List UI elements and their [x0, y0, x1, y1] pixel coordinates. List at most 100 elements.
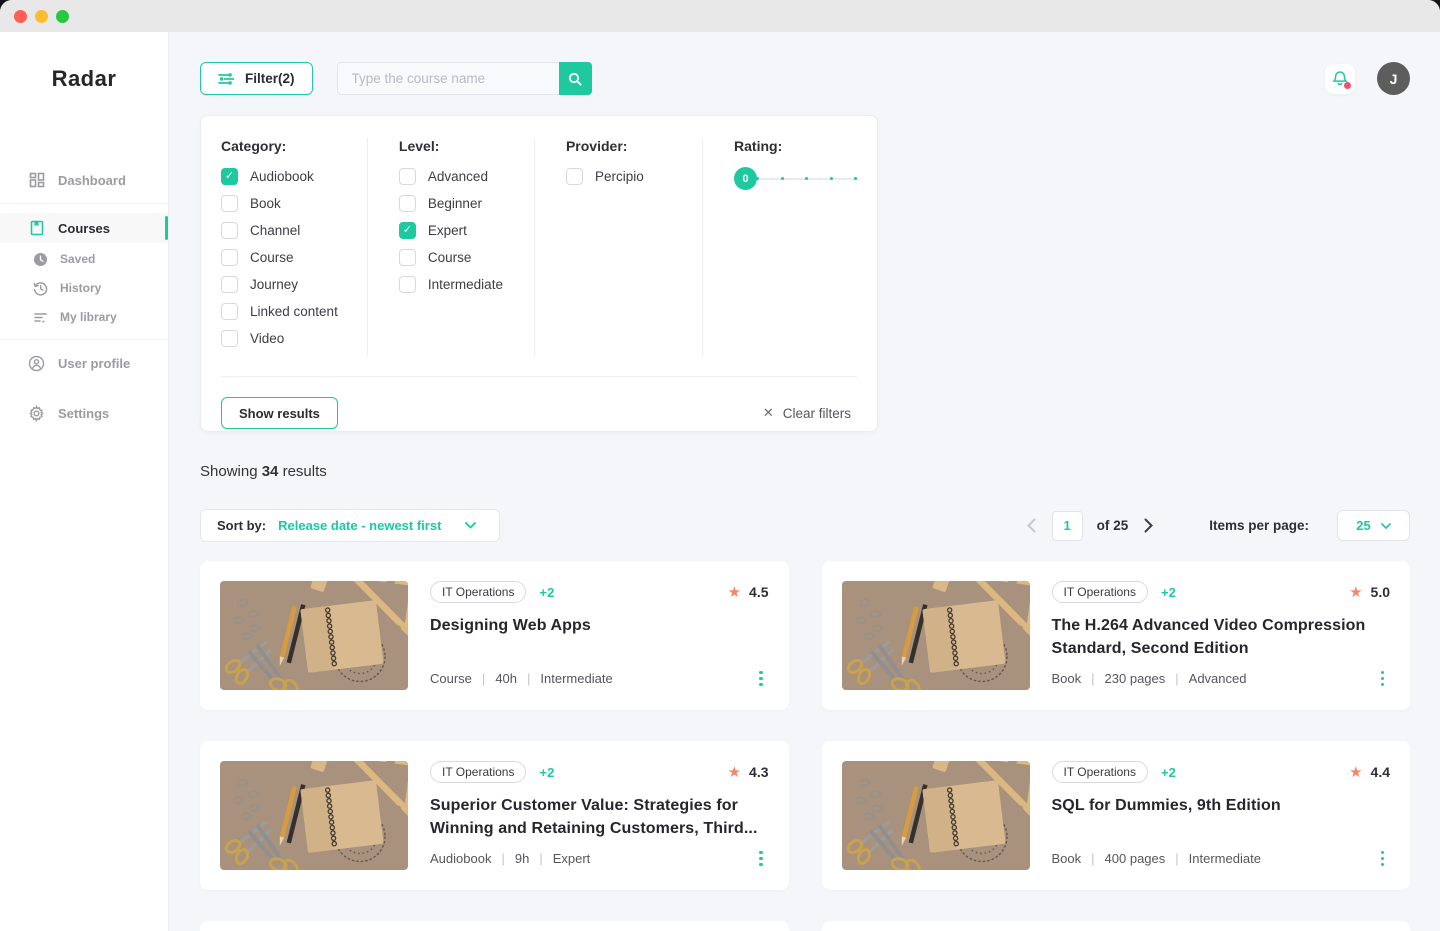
- filter-option-book[interactable]: Book: [221, 194, 367, 212]
- course-level: Advanced: [1189, 671, 1247, 686]
- filter-option-intermediate[interactable]: Intermediate: [399, 275, 534, 293]
- rating-value: 5.0: [1371, 584, 1390, 600]
- course-card[interactable]: IT Operations +2 ★ 4.4 SQL for Dummies, …: [822, 741, 1411, 890]
- results-count: 34: [262, 463, 279, 480]
- extra-tags-badge[interactable]: +2: [539, 765, 554, 780]
- rating-slider-track[interactable]: [756, 178, 857, 180]
- filter-option-expert[interactable]: Expert: [399, 221, 534, 239]
- extra-tags-badge[interactable]: +2: [539, 585, 554, 600]
- sidebar-item-history[interactable]: History: [0, 275, 168, 301]
- course-image: [842, 581, 1030, 690]
- course-title[interactable]: Designing Web Apps: [430, 614, 769, 637]
- filter-group-title: Level:: [399, 138, 534, 154]
- search-button[interactable]: [559, 62, 592, 95]
- app-logo: Radar: [0, 66, 168, 92]
- rating-slider-thumb[interactable]: 0: [734, 167, 757, 190]
- notifications-button[interactable]: [1325, 64, 1355, 94]
- course-title[interactable]: SQL for Dummies, 9th Edition: [1052, 794, 1391, 817]
- course-card[interactable]: IT Operations +2 ★ 4.3 Superior Customer…: [200, 741, 789, 890]
- book-icon: [28, 220, 45, 237]
- course-title[interactable]: The H.264 Advanced Video Compression Sta…: [1052, 614, 1391, 660]
- search-input[interactable]: [337, 62, 559, 95]
- sidebar-item-my-library[interactable]: My library: [0, 304, 168, 330]
- sidebar-item-label: History: [60, 281, 101, 295]
- checkbox-beginner[interactable]: [399, 195, 416, 212]
- checkbox-level-course[interactable]: [399, 249, 416, 266]
- sidebar-item-settings[interactable]: Settings: [0, 399, 168, 427]
- sidebar-item-courses[interactable]: Courses: [0, 213, 168, 243]
- minimize-window-button[interactable]: [35, 10, 48, 23]
- checkbox-video[interactable]: [221, 330, 238, 347]
- zoom-window-button[interactable]: [56, 10, 69, 23]
- filter-option-video[interactable]: Video: [221, 329, 367, 347]
- card-menu-button[interactable]: [753, 847, 769, 871]
- checkbox-channel[interactable]: [221, 222, 238, 239]
- sidebar-item-user-profile[interactable]: User profile: [0, 349, 168, 377]
- card-menu-button[interactable]: [753, 667, 769, 691]
- filter-sliders-icon: [218, 72, 234, 86]
- previous-page-button[interactable]: [1025, 516, 1038, 535]
- extra-tags-badge[interactable]: +2: [1161, 765, 1176, 780]
- filter-option-audiobook[interactable]: Audiobook: [221, 167, 367, 185]
- sidebar-item-saved[interactable]: Saved: [0, 246, 168, 272]
- meta-separator: |: [1175, 671, 1178, 686]
- filter-option-course[interactable]: Course: [221, 248, 367, 266]
- category-tag[interactable]: IT Operations: [1052, 581, 1148, 603]
- checkbox-book[interactable]: [221, 195, 238, 212]
- sidebar-divider: [0, 203, 168, 204]
- category-tag[interactable]: IT Operations: [430, 581, 526, 603]
- filter-button[interactable]: Filter(2): [200, 62, 313, 95]
- extra-tags-badge[interactable]: +2: [1161, 585, 1176, 600]
- show-results-button[interactable]: Show results: [221, 397, 338, 429]
- course-title[interactable]: Superior Customer Value: Strategies for …: [430, 794, 769, 840]
- clear-filters-button[interactable]: ✕ Clear filters: [757, 404, 857, 422]
- filter-option-channel[interactable]: Channel: [221, 221, 367, 239]
- checkbox-audiobook[interactable]: [221, 168, 238, 185]
- summary-suffix: results: [283, 463, 327, 480]
- course-meta: Book | 230 pages | Advanced: [1052, 667, 1391, 691]
- sidebar-item-dashboard[interactable]: Dashboard: [0, 166, 168, 194]
- category-tag[interactable]: IT Operations: [430, 761, 526, 783]
- option-label: Audiobook: [250, 169, 314, 184]
- rating-value: 4.3: [749, 764, 768, 780]
- course-card[interactable]: IT Operations +2 ★ 4.5 Designing Web App…: [200, 561, 789, 710]
- sort-dropdown[interactable]: Sort by: Release date - newest first: [200, 509, 500, 542]
- history-icon: [33, 281, 48, 296]
- filter-option-level-course[interactable]: Course: [399, 248, 534, 266]
- next-page-button[interactable]: [1142, 516, 1155, 535]
- filter-option-percipio[interactable]: Percipio: [566, 167, 702, 185]
- card-menu-button[interactable]: [1375, 667, 1391, 691]
- checkbox-percipio[interactable]: [566, 168, 583, 185]
- window-titlebar: [0, 0, 1440, 32]
- course-type: Book: [1052, 671, 1082, 686]
- results-summary: Showing 34 results: [200, 463, 1410, 480]
- filter-group-rating: Rating: 0: [702, 138, 857, 356]
- filter-option-linked-content[interactable]: Linked content: [221, 302, 367, 320]
- course-card: [200, 921, 789, 931]
- sort-value: Release date - newest first: [278, 518, 441, 533]
- category-tag[interactable]: IT Operations: [1052, 761, 1148, 783]
- checkbox-course[interactable]: [221, 249, 238, 266]
- checkbox-intermediate[interactable]: [399, 276, 416, 293]
- current-page-input[interactable]: 1: [1052, 511, 1083, 541]
- avatar[interactable]: J: [1377, 62, 1410, 95]
- meta-separator: |: [501, 851, 504, 866]
- page-of-label: of 25: [1097, 518, 1129, 533]
- filter-button-label: Filter(2): [245, 71, 295, 86]
- filter-option-journey[interactable]: Journey: [221, 275, 367, 293]
- checkbox-advanced[interactable]: [399, 168, 416, 185]
- course-length: 9h: [515, 851, 529, 866]
- close-window-button[interactable]: [14, 10, 27, 23]
- filter-group-category: Category: Audiobook Book Channel: [221, 138, 367, 356]
- course-card[interactable]: IT Operations +2 ★ 5.0 The H.264 Advance…: [822, 561, 1411, 710]
- sidebar-item-label: User profile: [58, 356, 130, 371]
- checkbox-linked-content[interactable]: [221, 303, 238, 320]
- filter-option-beginner[interactable]: Beginner: [399, 194, 534, 212]
- rating-slider[interactable]: 0: [734, 167, 857, 190]
- checkbox-journey[interactable]: [221, 276, 238, 293]
- chevron-down-icon: [465, 522, 476, 529]
- filter-option-advanced[interactable]: Advanced: [399, 167, 534, 185]
- card-menu-button[interactable]: [1375, 847, 1391, 871]
- items-per-page-dropdown[interactable]: 25: [1337, 510, 1410, 541]
- checkbox-expert[interactable]: [399, 222, 416, 239]
